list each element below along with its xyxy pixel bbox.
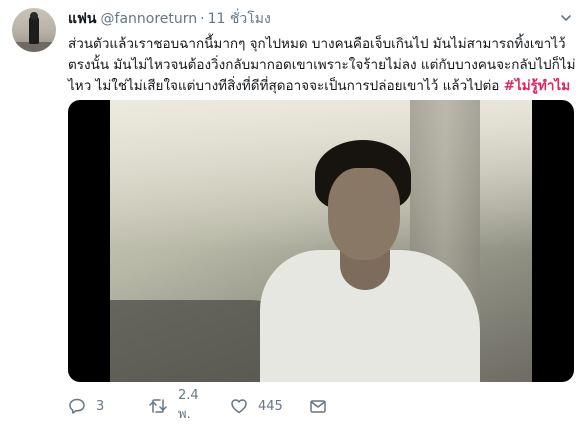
video-frame [110, 100, 532, 382]
tweet-video[interactable] [68, 100, 574, 382]
heart-icon [230, 397, 248, 415]
hashtag-link[interactable]: #ไม่รู้ทำไม [504, 78, 570, 94]
tweet-timestamp[interactable]: 11 ชั่วโมง [208, 11, 271, 27]
retweet-count: 2.4 พ. [178, 388, 199, 422]
tweet[interactable]: แฟน @fannoreturn · 11 ชั่วโมง ส่วนตัวแล้วเร… [0, 0, 586, 424]
avatar[interactable] [12, 8, 56, 52]
direct-message-button[interactable] [309, 396, 327, 416]
chevron-down-icon[interactable] [560, 12, 572, 24]
author-handle[interactable]: @fannoreturn [101, 11, 198, 27]
avatar-figure [29, 16, 39, 44]
tweet-text-line: ส่วนตัวแล้วเราชอบฉากนี้มากๆ จุกไปหมด บาง… [68, 36, 566, 52]
reply-count: 3 [96, 398, 105, 414]
retweet-button[interactable]: 2.4 พ. [148, 388, 199, 422]
tweet-text: ส่วนตัวแล้วเราชอบฉากนี้มากๆ จุกไปหมด บาง… [68, 34, 576, 97]
video-person-face [328, 168, 400, 260]
envelope-icon [309, 397, 327, 415]
tweet-header: แฟน @fannoreturn · 11 ชั่วโมง [68, 10, 271, 28]
tweet-text-line: ไหว ไม่ใช่ไม่เสียใจแต่บางทีสิ่งที่ดีที่ส… [68, 76, 574, 97]
reply-button[interactable]: 3 [68, 396, 104, 416]
tweet-text-line-content: ไหว ไม่ใช่ไม่เสียใจแต่บางทีสิ่งที่ดีที่ส… [68, 78, 504, 94]
avatar-figure-head [30, 12, 38, 20]
retweet-icon [148, 397, 168, 415]
tweet-text-line: ตรงนั้น มันไม่ไหวจนต้องวิ่งกลับมากอดเขาเ… [68, 57, 576, 73]
header-separator: · [200, 11, 205, 27]
reply-icon [68, 397, 86, 415]
like-button[interactable]: 445 [230, 396, 283, 416]
author-name[interactable]: แฟน [68, 11, 97, 27]
like-count: 445 [258, 398, 283, 414]
